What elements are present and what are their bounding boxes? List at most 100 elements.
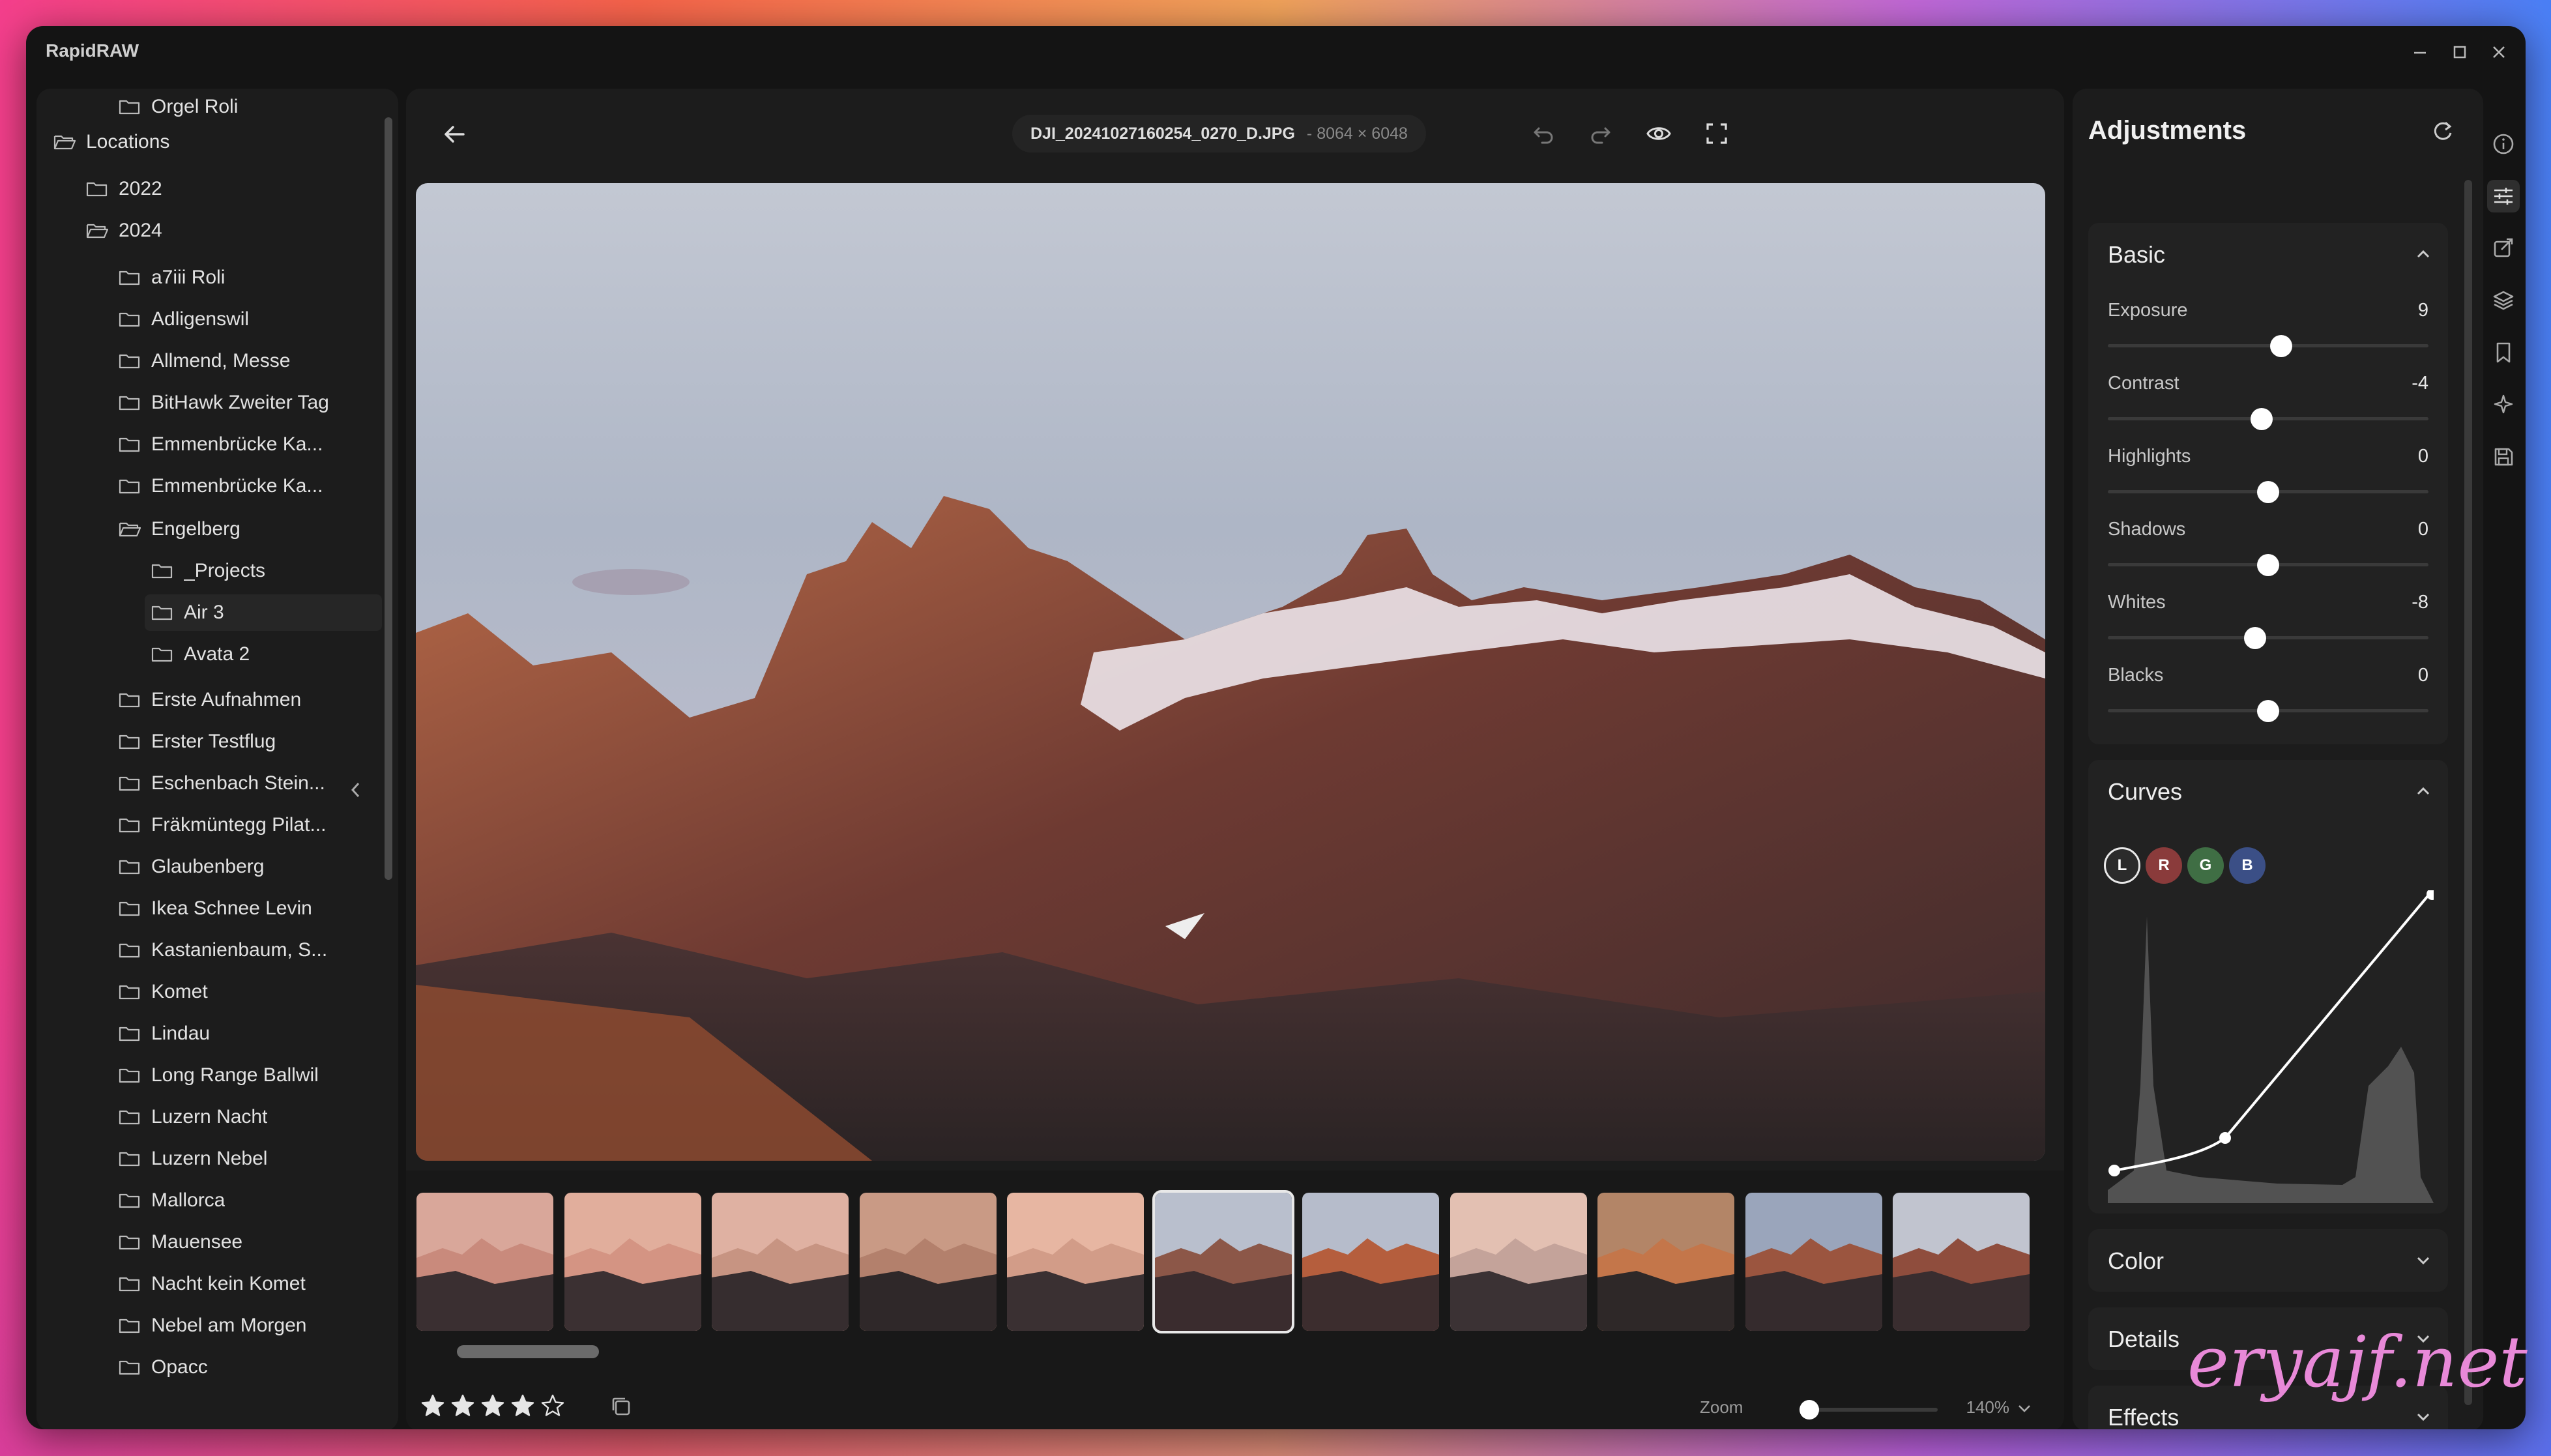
curves-section-title[interactable]: Curves [2108,778,2182,806]
collapse-sidebar-icon[interactable] [345,777,365,803]
maximize-button[interactable] [2444,36,2475,68]
copy-icon[interactable] [608,1393,634,1420]
slider-contrast[interactable]: Contrast -4 [2108,373,2428,446]
main-photo[interactable] [416,183,2045,1161]
slider-whites[interactable]: Whites -8 [2108,592,2428,665]
slider-blacks[interactable]: Blacks 0 [2108,665,2428,738]
crop-tab-button[interactable] [2487,232,2520,265]
fullscreen-button[interactable] [1699,116,1734,151]
slider-exposure[interactable]: Exposure 9 [2108,300,2428,373]
slider-knob[interactable] [2244,627,2267,649]
chevron-down-icon[interactable] [2412,1405,2435,1429]
folder-item[interactable]: Komet [119,974,375,1010]
zoom-slider[interactable] [1807,1408,1938,1412]
slider-value[interactable]: 0 [2418,519,2428,540]
curve-point[interactable] [2108,1165,2120,1176]
folder-item[interactable]: Nebel am Morgen [119,1307,375,1344]
preview-toggle-button[interactable] [1641,116,1676,151]
folder-item[interactable]: Kastanienbaum, S... [119,932,375,968]
folder-item[interactable]: 2024 [86,212,375,249]
redo-button[interactable] [1583,116,1618,151]
slider-value[interactable]: -4 [2412,373,2428,394]
color-section[interactable]: Color [2088,1229,2448,1292]
folder-item[interactable]: _Projects [151,553,375,589]
minimize-button[interactable] [2404,36,2436,68]
filmstrip-thumbnail[interactable] [1745,1193,1882,1331]
folder-item[interactable]: Opacc [119,1349,375,1386]
slider-knob[interactable] [2269,335,2292,357]
slider-value[interactable]: 9 [2418,300,2428,321]
color-section-title[interactable]: Color [2108,1247,2164,1275]
layers-tab-button[interactable] [2487,284,2520,317]
details-section-title[interactable]: Details [2108,1326,2179,1353]
filmstrip-thumbnail[interactable] [1007,1193,1144,1331]
folder-item[interactable]: Allmend, Messe [119,343,375,379]
slider-value[interactable]: 0 [2418,665,2428,686]
folder-item[interactable]: Engelberg [119,511,375,547]
chevron-down-icon[interactable] [2412,1249,2435,1272]
filmstrip-thumbnail[interactable] [1152,1190,1294,1333]
curve-channel-l-button[interactable]: L [2104,847,2140,884]
folder-item[interactable]: 2022 [86,171,375,207]
filmstrip-thumbnail[interactable] [1302,1193,1439,1331]
adjustments-tab-button[interactable] [2487,180,2520,212]
folder-item[interactable]: Avata 2 [151,636,375,673]
folder-item[interactable]: Mauensee [119,1224,375,1260]
curve-channel-g-button[interactable]: G [2187,847,2224,884]
filmstrip-thumbnail[interactable] [859,1193,997,1331]
effects-section-title[interactable]: Effects [2108,1404,2179,1429]
chevron-up-icon[interactable] [2412,779,2435,803]
slider-highlights[interactable]: Highlights 0 [2108,446,2428,519]
star-rating[interactable] [420,1393,565,1418]
folder-item[interactable]: BitHawk Zweiter Tag [119,385,375,421]
close-button[interactable] [2483,36,2515,68]
reset-icon[interactable] [2428,117,2457,146]
folder-item[interactable]: Nacht kein Komet [119,1266,375,1302]
folder-item[interactable]: Air 3 [145,594,382,631]
folder-item[interactable]: Lindau [119,1015,375,1052]
folder-item[interactable]: Eschenbach Stein... [119,765,375,802]
star-empty-icon[interactable] [540,1393,565,1418]
star-filled-icon[interactable] [450,1393,475,1418]
sidebar-scrollbar[interactable] [385,117,392,880]
adjustments-scrollbar[interactable] [2464,180,2472,1405]
folder-item[interactable]: Luzern Nebel [119,1141,375,1177]
folder-item[interactable]: Emmenbrücke Ka... [119,468,375,504]
folder-item[interactable]: a7iii Roli [119,259,375,296]
curve-channel-b-button[interactable]: B [2229,847,2266,884]
slider-track[interactable] [2108,636,2428,639]
slider-track[interactable] [2108,344,2428,347]
slider-value[interactable]: 0 [2418,446,2428,467]
folder-item[interactable]: Ikea Schnee Levin [119,890,375,927]
basic-section-title[interactable]: Basic [2108,241,2165,269]
chevron-up-icon[interactable] [2412,242,2435,266]
undo-button[interactable] [1526,116,1561,151]
star-filled-icon[interactable] [480,1393,505,1418]
chevron-down-icon[interactable] [2013,1397,2035,1420]
folder-item[interactable]: Glaubenberg [119,849,375,885]
folder-item[interactable]: Adligenswil [119,301,375,338]
tone-curve-editor[interactable] [2108,890,2434,1203]
ai-tab-button[interactable] [2487,388,2520,421]
folder-item[interactable]: Erster Testflug [119,723,375,760]
curve-point[interactable] [2427,890,2434,900]
slider-shadows[interactable]: Shadows 0 [2108,519,2428,592]
filmstrip-thumbnail[interactable] [416,1193,553,1331]
folder-item[interactable]: Erste Aufnahmen [119,682,375,718]
star-filled-icon[interactable] [510,1393,535,1418]
curve-point[interactable] [2219,1132,2231,1144]
slider-knob[interactable] [2257,554,2279,576]
folder-item[interactable]: Emmenbrücke Ka... [119,426,375,463]
filmstrip-thumbnail[interactable] [1597,1193,1734,1331]
presets-tab-button[interactable] [2487,336,2520,369]
filmstrip-thumbnail[interactable] [1893,1193,2030,1331]
folder-item[interactable]: Orgel Roli [119,89,375,125]
info-button[interactable] [2487,128,2520,160]
folder-item[interactable]: Fräkmüntegg Pilat... [119,807,375,843]
star-filled-icon[interactable] [420,1393,445,1418]
sidebar-root-locations[interactable]: Locations [53,124,375,160]
slider-knob[interactable] [2257,700,2279,722]
curve-channel-r-button[interactable]: R [2146,847,2182,884]
filmstrip-scrollbar[interactable] [457,1345,599,1358]
filmstrip-thumbnail[interactable] [712,1193,849,1331]
